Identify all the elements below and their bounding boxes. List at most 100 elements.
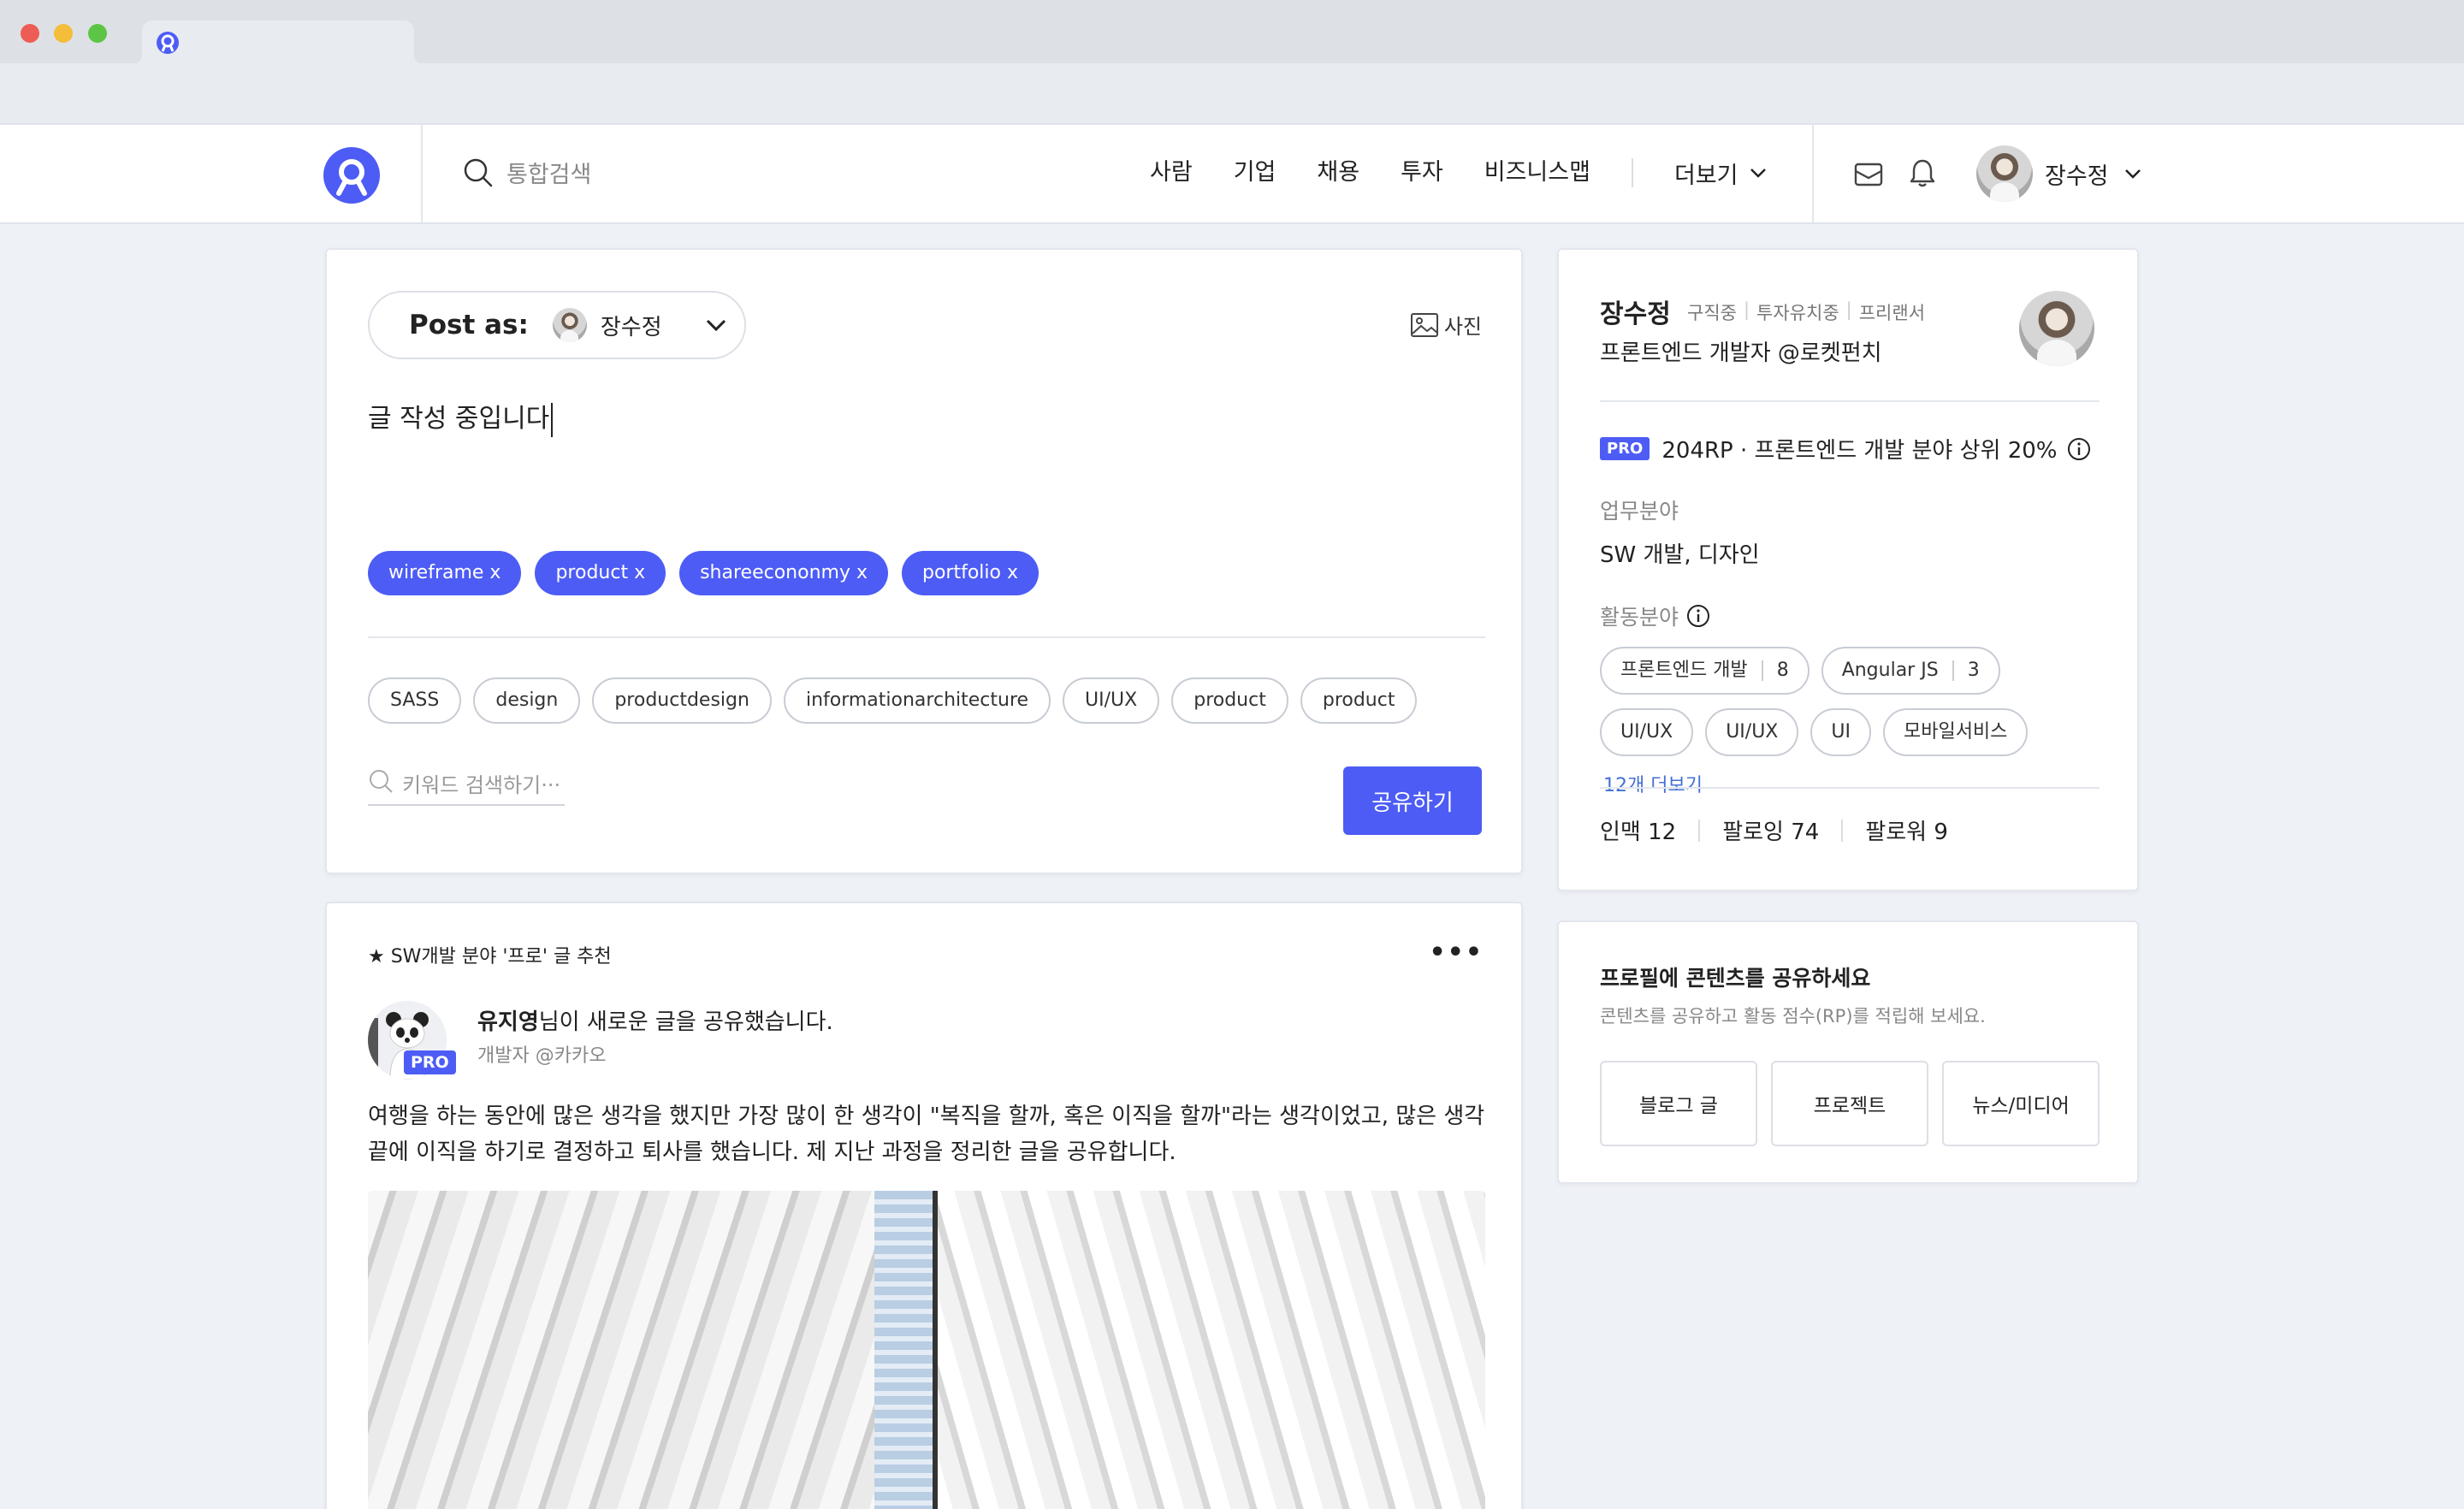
mail-icon[interactable] [1853,159,1884,190]
pro-badge: PRO [1600,437,1650,460]
news-media-button[interactable]: 뉴스/미디어 [1942,1061,2100,1146]
profile-status: 구직중 | 투자유치중 | 프리랜서 [1687,299,1926,323]
feed-post: ★ SW개발 분야 '프로' 글 추천 ••• PRO 유지영님이 새로운 글을… [325,902,1523,1509]
search-icon [464,158,493,186]
chevron-down-icon [706,319,726,332]
post-as-selector[interactable]: Post as: 장수정 [368,291,746,359]
author-subtitle: 개발자 @카카오 [477,1045,607,1067]
share-content-card: 프로필에 콘텐츠를 공유하세요 콘텐츠를 공유하고 활동 점수(RP)를 적립해… [1557,920,2139,1184]
suggested-tag[interactable]: UI/UX [1063,678,1160,724]
activity-tag[interactable]: 모바일서비스 [1882,708,2029,756]
suggested-tags: SASS design productdesign informationarc… [368,678,1429,724]
user-menu[interactable]: 장수정 [1976,145,2143,202]
more-tags-link[interactable]: 12개 더보기 [1603,770,1703,797]
status-item: 구직중 [1687,303,1737,323]
divider [368,636,1485,638]
share-card-title: 프로필에 콘텐츠를 공유하세요 [1600,966,1871,991]
activity-tag[interactable]: UI/UX [1600,708,1694,756]
author-line: 유지영님이 새로운 글을 공유했습니다. [477,1004,833,1036]
activity-tag[interactable]: 프론트엔드 개발 8 [1600,647,1810,695]
top-nav: 통합검색 사람 기업 채용 투자 비즈니스맵 더보기 장수정 [0,123,2464,224]
activity-tag[interactable]: UI [1810,708,1871,756]
minimize-window-button[interactable] [54,24,73,43]
selected-tag[interactable]: product x [535,551,666,595]
divider [1600,787,2100,789]
share-card-buttons: 블로그 글 프로젝트 뉴스/미디어 [1600,1061,2113,1146]
pro-badge: PRO [404,1050,456,1074]
maximize-window-button[interactable] [88,24,107,43]
tag-label: 모바일서비스 [1903,721,2008,743]
author-action: 님이 새로운 글을 공유했습니다. [538,1009,833,1035]
suggested-tag[interactable]: product [1300,678,1418,724]
nav-more-button[interactable]: 더보기 [1674,157,1769,190]
user-name: 장수정 [2045,163,2109,190]
author-name[interactable]: 유지영 [477,1009,539,1035]
nav-divider [1631,158,1633,187]
image-texture [368,1191,927,1509]
info-icon[interactable] [2066,436,2092,462]
nav-item-people[interactable]: 사람 [1150,156,1193,190]
selected-tags: wireframe x product x shareecononmy x po… [368,551,1052,595]
profile-name[interactable]: 장수정 [1600,293,1671,330]
profile-stats: 인맥 12 팔로잉 74 팔로워 9 [1600,814,1948,846]
add-photo-button[interactable]: 사진 [1410,310,1482,340]
browser-tab[interactable] [130,21,426,65]
close-window-button[interactable] [21,24,39,43]
selected-tag[interactable]: portfolio x [901,551,1039,595]
nav-divider [421,125,423,222]
activity-tag[interactable]: UI/UX [1705,708,1799,756]
share-button[interactable]: 공유하기 [1343,766,1482,835]
image-texture [933,1191,938,1509]
activity-tag[interactable]: Angular JS 3 [1821,647,2000,695]
tag-label: UI [1831,721,1851,743]
text-caret [551,402,554,437]
rocketpunch-favicon-icon [157,32,179,54]
work-area-label: 업무분야 [1600,499,1679,524]
tag-label: UI/UX [1620,721,1673,743]
project-button[interactable]: 프로젝트 [1771,1061,1928,1146]
compose-textarea[interactable]: 글 작성 중입니다 [368,397,554,437]
keyword-search-input[interactable]: 키워드 검색하기··· [402,768,560,798]
tag-label: 프론트엔드 개발 [1620,660,1748,681]
chevron-down-icon [2124,169,2141,179]
suggested-tag[interactable]: product [1171,678,1288,724]
nav-more-label: 더보기 [1673,162,1738,189]
activity-area-label-text: 활동분야 [1600,605,1679,630]
connections-count[interactable]: 인맥 12 [1600,814,1676,846]
rp-score: PRO 204RP · 프론트엔드 개발 분야 상위 20% [1600,433,2092,465]
post-image[interactable] [368,1191,1485,1509]
profile-title: 프론트엔드 개발자 @로켓펀치 [1600,340,1882,366]
info-icon[interactable] [1685,603,1711,629]
nav-item-jobs[interactable]: 채용 [1317,156,1359,190]
keyword-search[interactable]: 키워드 검색하기··· [368,768,565,806]
more-options-button[interactable]: ••• [1429,938,1484,968]
divider [1600,400,2100,402]
global-search[interactable]: 통합검색 [462,156,591,189]
nav-divider [1812,125,1814,222]
avatar[interactable] [2019,291,2094,366]
following-count[interactable]: 팔로잉 74 [1722,814,1819,846]
bell-icon[interactable] [1908,157,1937,188]
rp-text: 204RP · 프론트엔드 개발 분야 상위 20% [1661,438,2058,464]
selected-tag[interactable]: wireframe x [368,551,522,595]
tag-label: Angular JS [1841,660,1939,681]
selected-tag[interactable]: shareecononmy x [679,551,888,595]
tag-label: UI/UX [1726,721,1779,743]
avatar [552,308,587,342]
followers-count[interactable]: 팔로워 9 [1865,814,1948,846]
compose-text: 글 작성 중입니다 [368,404,550,434]
suggested-tag[interactable]: productdesign [592,678,772,724]
blog-post-button[interactable]: 블로그 글 [1600,1061,1757,1146]
suggested-tag[interactable]: SASS [368,678,462,724]
suggested-tag[interactable]: informationarchitecture [783,678,1051,724]
image-texture [874,1191,934,1509]
nav-item-companies[interactable]: 기업 [1234,156,1276,190]
nav-item-business-map[interactable]: 비즈니스맵 [1484,156,1590,190]
search-input[interactable]: 통합검색 [506,156,591,189]
rocketpunch-logo-icon[interactable] [323,147,380,204]
browser-titlebar [0,0,2464,65]
photo-label: 사진 [1443,315,1482,339]
nav-item-invest[interactable]: 투자 [1401,156,1443,190]
work-area-value: SW 개발, 디자인 [1600,542,1760,568]
suggested-tag[interactable]: design [473,678,581,724]
